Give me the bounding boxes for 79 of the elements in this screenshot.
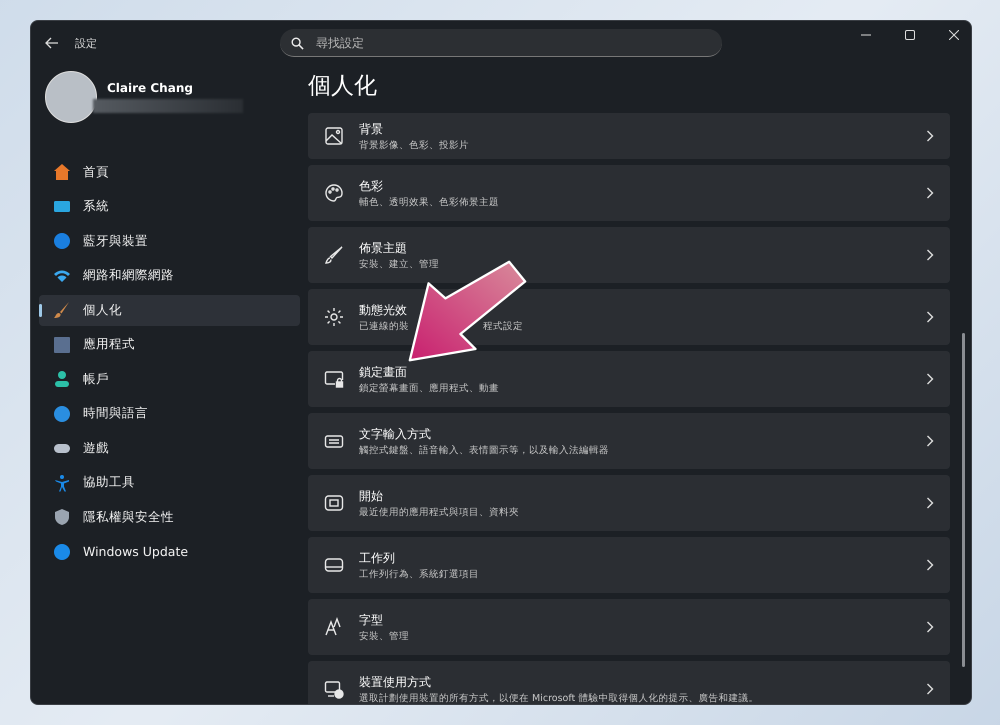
category-icon xyxy=(53,474,71,492)
sidebar-item[interactable]: 網路和網際網路 xyxy=(39,260,300,291)
search-icon xyxy=(291,37,304,50)
sidebar-item[interactable]: 系統 xyxy=(39,192,300,222)
category-icon xyxy=(53,508,71,526)
setting-icon xyxy=(324,493,344,513)
category-icon xyxy=(53,404,71,423)
chevron-right-icon xyxy=(926,683,934,695)
chevron-right-icon xyxy=(926,497,934,509)
setting-icon xyxy=(324,679,344,699)
settings-card[interactable]: 色彩 輔色、透明效果、色彩佈景主題 xyxy=(308,165,950,221)
sidebar-item[interactable]: 帳戶 xyxy=(39,364,300,394)
setting-icon xyxy=(324,369,344,389)
chevron-right-icon xyxy=(926,187,934,199)
chevron-right-icon xyxy=(926,559,934,571)
setting-description: 背景影像、色彩、投影片 xyxy=(359,138,469,152)
avatar-placeholder xyxy=(45,71,97,123)
sidebar-item[interactable]: 協助工具 xyxy=(39,468,300,498)
chevron-right-icon xyxy=(926,621,934,633)
settings-card[interactable]: 背景 背景影像、色彩、投影片 xyxy=(308,113,950,159)
setting-description: 安裝、管理 xyxy=(359,630,409,642)
settings-card[interactable]: 鎖定畫面 鎖定螢幕畫面、應用程式、動畫 xyxy=(308,351,950,407)
setting-description: 選取計劃使用裝置的所有方式，以便在 Microsoft 體驗中取得個人化的提示、廣告和建議。 xyxy=(359,692,758,704)
chevron-right-icon xyxy=(926,311,934,323)
setting-description: 程式設定 xyxy=(483,320,523,332)
sidebar-item[interactable]: 時間與語言 xyxy=(39,398,300,429)
maximize-icon[interactable] xyxy=(905,30,915,40)
setting-icon xyxy=(324,183,344,203)
category-icon xyxy=(53,301,71,320)
settings-card[interactable]: 字型 安裝、管理 xyxy=(308,599,950,655)
setting-icon xyxy=(324,307,344,327)
sidebar-item[interactable]: 隱私權與安全性 xyxy=(39,502,300,532)
setting-description: 觸控式鍵盤、語音輸入、表情圖示等，以及輸入法編輯器 xyxy=(359,444,609,456)
category-icon xyxy=(53,163,71,182)
category-icon xyxy=(53,232,71,250)
back-arrow-icon[interactable] xyxy=(45,37,59,49)
setting-title: 背景 xyxy=(359,120,384,138)
chevron-right-icon xyxy=(926,130,934,142)
sidebar-item[interactable]: 藍牙與裝置 xyxy=(39,226,300,256)
setting-description: 工作列行為、系統釘選項目 xyxy=(359,568,479,580)
settings-card[interactable]: 佈景主題 安裝、建立、管理 xyxy=(308,227,950,283)
settings-card[interactable]: 動態光效 已連線的裝 程式設定 xyxy=(308,289,950,345)
setting-icon xyxy=(324,126,344,146)
category-icon xyxy=(53,336,71,354)
search-field[interactable]: 尋找設定 xyxy=(280,29,722,57)
setting-title: 裝置使用方式 xyxy=(359,674,432,690)
setting-description: 鎖定螢幕畫面、應用程式、動畫 xyxy=(359,382,499,394)
setting-description: 已連線的裝 xyxy=(359,320,409,332)
setting-icon xyxy=(324,245,344,265)
setting-title: 色彩 xyxy=(359,178,384,194)
chevron-right-icon xyxy=(926,249,934,261)
chevron-right-icon xyxy=(926,435,934,447)
sidebar-item[interactable]: Windows Update xyxy=(39,536,300,567)
sidebar-item[interactable]: 應用程式 xyxy=(39,330,300,360)
page-title: 個人化 xyxy=(308,72,378,101)
settings-card[interactable]: 文字輸入方式 觸控式鍵盤、語音輸入、表情圖示等，以及輸入法編輯器 xyxy=(308,413,950,469)
setting-title: 鎖定畫面 xyxy=(359,364,408,380)
setting-title: 字型 xyxy=(359,612,384,628)
window-title: 設定 xyxy=(75,36,97,50)
settings-card[interactable]: 開始 最近使用的應用程式與項目、資料夾 xyxy=(308,475,950,531)
user-name: Claire Chang xyxy=(107,81,194,95)
sidebar-item[interactable]: 首頁 xyxy=(39,157,300,188)
setting-title: 開始 xyxy=(359,488,384,504)
sidebar-item[interactable]: 個人化 xyxy=(39,295,300,326)
setting-title: 文字輸入方式 xyxy=(359,426,432,442)
chevron-right-icon xyxy=(926,373,934,385)
settings-card[interactable]: 裝置使用方式 選取計劃使用裝置的所有方式，以便在 Microsoft 體驗中取得個人化的提示、廣告和建議。 xyxy=(308,661,950,704)
category-icon xyxy=(53,542,71,561)
setting-title: 工作列 xyxy=(359,550,396,566)
settings-card[interactable]: 工作列 工作列行為、系統釘選項目 xyxy=(308,537,950,593)
close-icon[interactable] xyxy=(949,30,959,40)
setting-description: 最近使用的應用程式與項目、資料夾 xyxy=(359,506,519,518)
scrollbar[interactable] xyxy=(962,333,965,667)
setting-title: 佈景主題 xyxy=(359,240,408,256)
setting-description: 輔色、透明效果、色彩佈景主題 xyxy=(359,196,499,208)
setting-description: 安裝、建立、管理 xyxy=(359,258,439,270)
category-icon xyxy=(53,370,71,388)
sidebar-item[interactable]: 遊戲 xyxy=(39,433,300,464)
setting-title: 動態光效 xyxy=(359,302,408,318)
